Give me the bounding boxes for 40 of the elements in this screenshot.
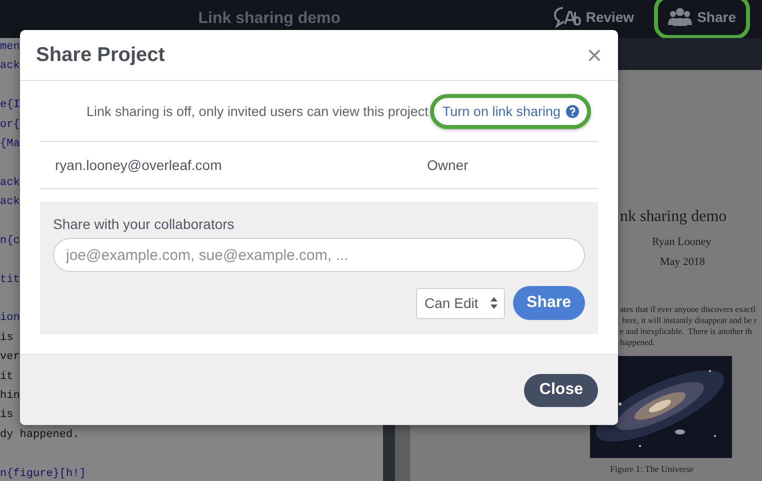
document-paragraph: ates that if ever anyone discovers exactl here, it will instantly disappear and be r e and inexplicable. There is another th happened. bbox=[620, 304, 758, 348]
invite-label: Share with your collaborators bbox=[53, 216, 236, 232]
link-sharing-status: Link sharing is off, only invited users can view this project bbox=[86, 104, 428, 118]
code-line: ack bbox=[0, 176, 20, 191]
code-line: or{ bbox=[0, 118, 20, 133]
code-line: e{I bbox=[0, 98, 20, 114]
code-line: men bbox=[0, 40, 20, 55]
help-icon[interactable] bbox=[566, 104, 580, 118]
document-title: nk sharing demo bbox=[620, 208, 728, 226]
code-line: is bbox=[0, 330, 14, 346]
code-line: it bbox=[0, 370, 14, 385]
code-line: n{figure}[h!] bbox=[0, 466, 86, 481]
code-line: hin bbox=[0, 389, 20, 404]
member-email: ryan.looney@overleaf.com bbox=[55, 157, 223, 173]
close-button[interactable]: Close bbox=[524, 374, 598, 406]
document-author: Ryan Looney bbox=[652, 236, 712, 248]
dialog-title: Share Project bbox=[36, 44, 165, 66]
document-date: May 2018 bbox=[660, 256, 706, 268]
code-line: ion bbox=[0, 311, 20, 326]
member-role: Owner bbox=[427, 157, 470, 173]
email-input-field[interactable]: joe@example.com, sue@example.com, ... bbox=[53, 238, 585, 272]
code-line: ack bbox=[0, 195, 20, 210]
code-line: is bbox=[0, 408, 14, 424]
figure-caption: Figure 1: The Universe bbox=[610, 464, 695, 474]
toolbar-button[interactable]: Review bbox=[546, 2, 640, 32]
updown-arrows-icon bbox=[490, 296, 498, 310]
permission-select[interactable]: Can Edit bbox=[416, 288, 505, 318]
code-line: n{c bbox=[0, 234, 20, 249]
code-line: {Ma bbox=[0, 136, 20, 152]
share-button[interactable]: Share bbox=[512, 286, 585, 320]
code-line: dy happened. bbox=[0, 428, 80, 443]
speech-bubble-icon bbox=[552, 6, 581, 28]
toolbar-button[interactable]: Share bbox=[662, 3, 742, 31]
project-title: Link sharing demo bbox=[197, 10, 342, 28]
code-line: tit bbox=[0, 272, 20, 288]
code-line: ver bbox=[0, 350, 20, 366]
link-sharing-link[interactable]: Turn on link sharing bbox=[442, 104, 560, 118]
code-line: ack bbox=[0, 59, 20, 74]
people-icon bbox=[668, 7, 692, 27]
close-button[interactable]: × bbox=[586, 42, 602, 68]
